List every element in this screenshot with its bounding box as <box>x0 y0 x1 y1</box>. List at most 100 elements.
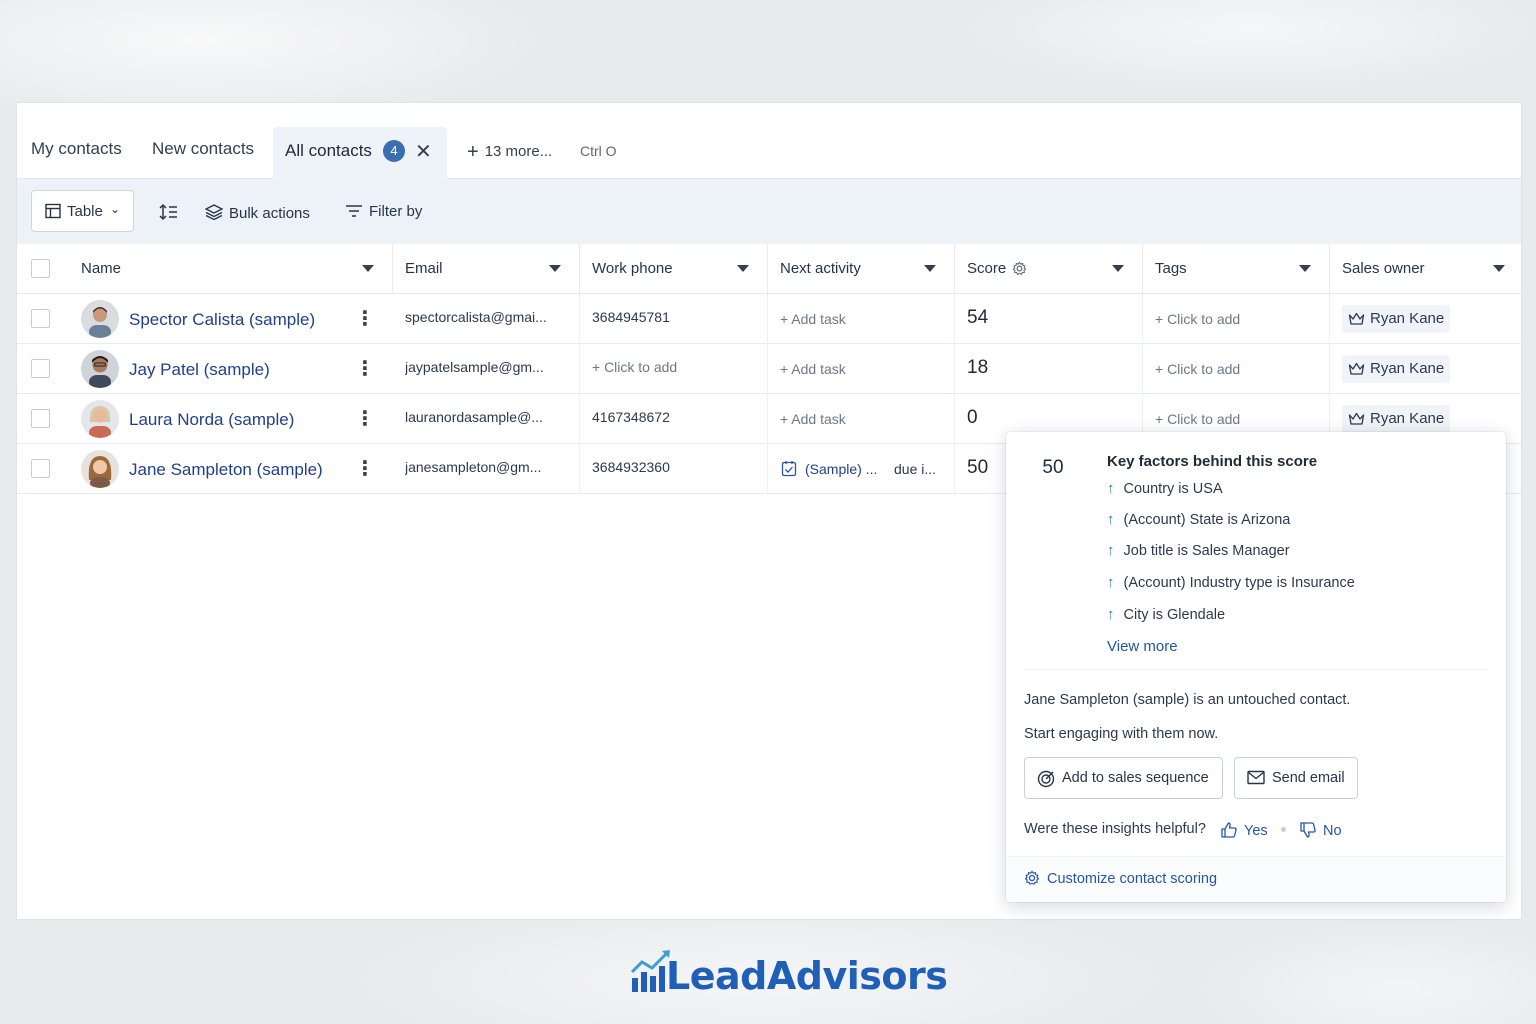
tags-cell[interactable]: + Click to add <box>1143 294 1330 344</box>
owner-chip[interactable]: Ryan Kane <box>1342 405 1451 433</box>
popover-score: 50 <box>1026 450 1080 486</box>
score-value: 0 <box>967 407 978 428</box>
score-factor: ↑ City is Glendale <box>1107 606 1225 623</box>
avatar <box>81 300 119 338</box>
sort-button[interactable] <box>159 203 185 222</box>
thumbs-up-icon <box>1221 822 1237 838</box>
factor-text: (Account) Industry type is Insurance <box>1123 575 1355 591</box>
add-task-link[interactable]: + Add task <box>780 411 846 427</box>
filter-button[interactable]: Filter by <box>345 203 422 220</box>
caret-down-icon[interactable] <box>924 265 936 272</box>
score-cell[interactable]: 54 <box>955 294 1143 344</box>
activity-cell[interactable]: + Add task <box>768 294 955 344</box>
column-header-sales-owner[interactable]: Sales owner <box>1330 244 1523 294</box>
contact-name-link[interactable]: Laura Norda (sample) <box>129 410 294 430</box>
column-header-email[interactable]: Email <box>393 244 580 294</box>
more-tabs-label: 13 more... <box>484 143 553 160</box>
activity-due: due i... <box>894 461 937 477</box>
score-factor: ↑ Country is USA <box>1107 480 1223 497</box>
table-row[interactable]: Spector Calista (sample) ⋮ spectorcalist… <box>17 294 1521 344</box>
row-checkbox[interactable] <box>31 409 50 428</box>
row-checkbox[interactable] <box>31 459 50 478</box>
row-checkbox[interactable] <box>31 359 50 378</box>
add-tag-link[interactable]: + Click to add <box>1155 361 1240 377</box>
contact-name-link[interactable]: Jane Sampleton (sample) <box>129 460 323 480</box>
arrow-up-icon: ↑ <box>1107 480 1115 497</box>
activity-cell[interactable]: + Add task <box>768 344 955 394</box>
tab-all-contacts-label: All contacts <box>285 141 372 160</box>
more-options-icon[interactable]: ⋮ <box>355 306 375 331</box>
owner-cell[interactable]: Ryan Kane <box>1330 294 1523 344</box>
add-task-link[interactable]: + Add task <box>780 361 846 377</box>
activity-link[interactable]: (Sample) ... <box>805 461 877 477</box>
view-selector-button[interactable]: Table ⌄ <box>31 190 134 232</box>
activity-cell[interactable]: (Sample) ... due i... <box>768 444 955 494</box>
view-more-link[interactable]: View more <box>1107 638 1178 655</box>
owner-cell[interactable]: Ryan Kane <box>1330 344 1523 394</box>
mail-icon <box>1247 770 1265 785</box>
select-all-checkbox[interactable] <box>31 259 50 278</box>
more-tabs-button[interactable]: +13 more... <box>467 141 552 164</box>
task-icon <box>781 461 797 477</box>
email-cell[interactable]: jaypatelsample@gm... <box>393 344 580 394</box>
add-to-sequence-button[interactable]: Add to sales sequence <box>1024 757 1223 799</box>
caret-down-icon[interactable] <box>1112 265 1124 272</box>
feedback-no-button[interactable]: No <box>1299 821 1342 839</box>
more-options-icon[interactable]: ⋮ <box>355 356 375 381</box>
add-tag-link[interactable]: + Click to add <box>1155 411 1240 427</box>
phone-cell[interactable]: 3684945781 <box>580 294 768 344</box>
plus-icon: + <box>467 141 479 163</box>
bulk-actions-button[interactable]: Bulk actions <box>204 203 310 222</box>
more-options-icon[interactable]: ⋮ <box>355 406 375 431</box>
contact-name-link[interactable]: Jay Patel (sample) <box>129 360 270 380</box>
email-cell[interactable]: lauranordasample@... <box>393 394 580 444</box>
caret-down-icon[interactable] <box>549 265 561 272</box>
caret-down-icon[interactable] <box>362 265 374 272</box>
add-task-link[interactable]: + Add task <box>780 311 846 327</box>
contact-name-link[interactable]: Spector Calista (sample) <box>129 310 315 330</box>
caret-down-icon[interactable] <box>1493 265 1505 272</box>
owner-chip[interactable]: Ryan Kane <box>1342 355 1451 383</box>
phone-value: 4167348672 <box>592 409 670 425</box>
score-cell[interactable]: 18 <box>955 344 1143 394</box>
caret-down-icon[interactable] <box>737 265 749 272</box>
row-checkbox[interactable] <box>31 309 50 328</box>
email-value: janesampleton@gm... <box>405 459 542 475</box>
add-tag-link[interactable]: + Click to add <box>1155 311 1240 327</box>
column-header-next-activity[interactable]: Next activity <box>768 244 955 294</box>
table-row[interactable]: Jay Patel (sample) ⋮ jaypatelsample@gm..… <box>17 344 1521 394</box>
table-icon <box>45 203 61 223</box>
more-options-icon[interactable]: ⋮ <box>355 456 375 481</box>
tags-cell[interactable]: + Click to add <box>1143 344 1330 394</box>
column-header-tags[interactable]: Tags <box>1143 244 1330 294</box>
tab-new-contacts[interactable]: New contacts <box>152 139 254 159</box>
tab-my-contacts[interactable]: My contacts <box>31 139 122 159</box>
tab-all-contacts[interactable]: All contacts 4 ✕ <box>273 127 447 179</box>
logo-text: LeadAdvisors <box>666 954 948 998</box>
arrow-up-icon: ↑ <box>1107 574 1115 591</box>
column-header-name[interactable]: Name <box>69 244 393 294</box>
phone-cell[interactable]: 4167348672 <box>580 394 768 444</box>
send-email-button[interactable]: Send email <box>1234 757 1358 799</box>
column-header-work-phone[interactable]: Work phone <box>580 244 768 294</box>
popover-title: Key factors behind this score <box>1107 453 1318 470</box>
phone-value: 3684945781 <box>592 309 670 325</box>
owner-chip[interactable]: Ryan Kane <box>1342 305 1451 333</box>
email-value: spectorcalista@gmai... <box>405 309 547 325</box>
close-icon[interactable]: ✕ <box>415 139 432 164</box>
add-phone-link[interactable]: + Click to add <box>592 359 677 375</box>
owner-name: Ryan Kane <box>1370 310 1445 327</box>
email-cell[interactable]: spectorcalista@gmai... <box>393 294 580 344</box>
feedback-yes-button[interactable]: Yes <box>1220 821 1268 839</box>
separator-dot <box>1281 827 1286 832</box>
phone-cell[interactable]: 3684932360 <box>580 444 768 494</box>
activity-cell[interactable]: + Add task <box>768 394 955 444</box>
settings-icon[interactable] <box>1012 261 1027 276</box>
column-header-score[interactable]: Score <box>955 244 1143 294</box>
customize-scoring-link[interactable]: Customize contact scoring <box>1024 870 1217 887</box>
email-cell[interactable]: janesampleton@gm... <box>393 444 580 494</box>
caret-down-icon[interactable] <box>1299 265 1311 272</box>
phone-cell[interactable]: + Click to add <box>580 344 768 394</box>
score-value: 50 <box>967 457 989 478</box>
add-to-sequence-label: Add to sales sequence <box>1062 770 1209 786</box>
